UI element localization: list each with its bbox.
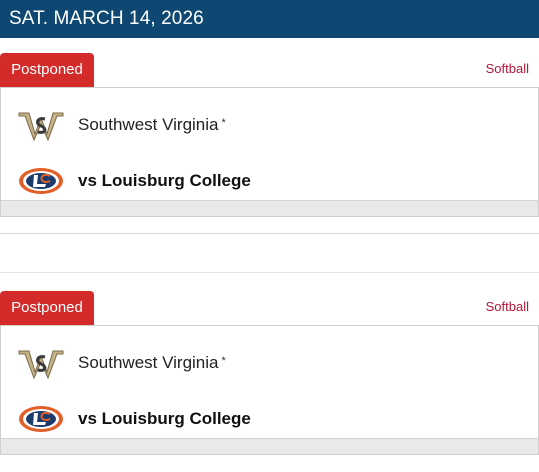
sw-monogram-icon: [18, 350, 64, 380]
home-team-name: Southwest Virginia: [78, 115, 219, 134]
sport-link[interactable]: Softball: [486, 299, 529, 314]
matchup-card[interactable]: Southwest Virginia * vs Louisburg Colleg…: [0, 325, 539, 455]
sw-monogram-icon: [18, 112, 64, 142]
louisburg-lc-icon: [19, 168, 63, 194]
away-team-row[interactable]: vs Louisburg College: [17, 161, 251, 201]
status-badge: Postponed: [0, 291, 94, 325]
home-team-row[interactable]: Southwest Virginia *: [17, 343, 226, 383]
home-team-name: Southwest Virginia: [78, 353, 219, 372]
status-badge: Postponed: [0, 53, 94, 87]
louisburg-lc-icon: [19, 406, 63, 432]
away-team-name: vs Louisburg College: [78, 409, 251, 428]
home-marker: *: [221, 117, 226, 129]
card-footer: [1, 438, 538, 454]
home-team-row[interactable]: Southwest Virginia *: [17, 105, 226, 145]
date-header: SAT. MARCH 14, 2026: [0, 0, 539, 38]
matchup-card[interactable]: Southwest Virginia * vs Louisburg Colleg…: [0, 87, 539, 217]
card-footer: [1, 200, 538, 216]
away-team-row[interactable]: vs Louisburg College: [17, 399, 251, 439]
away-team-name: vs Louisburg College: [78, 171, 251, 190]
sport-link[interactable]: Softball: [486, 61, 529, 76]
home-marker: *: [221, 355, 226, 367]
section-divider: [0, 233, 539, 273]
